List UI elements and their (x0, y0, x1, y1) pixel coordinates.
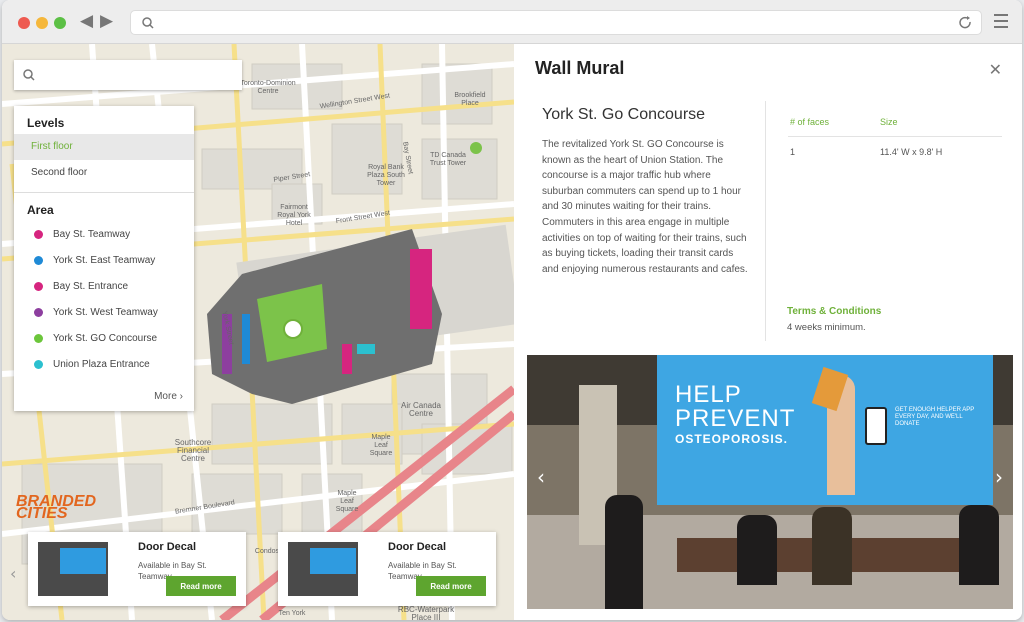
location-title: York St. Go Concourse (542, 106, 706, 123)
more-link[interactable]: More › (154, 391, 183, 402)
map-label-maple-leaf-2: Maple Leaf Square (335, 490, 359, 513)
union-plaza-dot-icon (34, 359, 43, 369)
maximize-window-button[interactable] (54, 17, 66, 29)
browser-window: ◀ ▶ Toronto-Dominion Centre Brookfield P… (2, 0, 1022, 620)
map-label-fairmont: Fairmont Royal York Hotel (277, 204, 311, 227)
area-item-york-east-teamway[interactable]: York St. East Teamway (14, 247, 194, 273)
map-label-toronto-dominion: Toronto-Dominion Centre (240, 80, 296, 95)
map-view[interactable]: Toronto-Dominion Centre Brookfield Place… (2, 44, 514, 620)
search-icon (142, 17, 154, 29)
area-label: York St. GO Concourse (53, 332, 158, 344)
url-bar[interactable] (130, 10, 982, 35)
branded-cities-logo: BRANDED CITIES (16, 493, 96, 522)
carousel-left-chevron-icon[interactable]: ‹ (10, 564, 16, 583)
area-item-union-plaza-entrance[interactable]: Union Plaza Entrance (14, 351, 194, 377)
billboard-line-3: OSTEOPOROSIS. (675, 432, 789, 446)
area-heading: Area (27, 203, 54, 217)
minimize-window-button[interactable] (36, 17, 48, 29)
reload-icon[interactable] (959, 16, 973, 30)
search-icon (23, 69, 35, 81)
area-item-york-go-concourse[interactable]: York St. GO Concourse (14, 325, 194, 351)
read-more-button[interactable]: Read more (166, 576, 236, 596)
divider (765, 101, 766, 341)
forward-arrow-icon[interactable]: ▶ (100, 11, 113, 31)
table-divider (788, 136, 1002, 137)
map-label-air-canada: Air Canada Centre (400, 401, 442, 418)
map-label-maple-leaf: Maple Leaf Square (369, 434, 393, 457)
go-concourse-dot-icon (34, 333, 43, 343)
phone-image (865, 407, 887, 445)
inventory-card[interactable]: Door Decal Available in Bay St. Teamway … (28, 532, 246, 606)
billboard-headline: HELP PREVENT (675, 383, 795, 431)
york-west-dot-icon (34, 307, 43, 317)
faces-value: 1 (790, 147, 796, 157)
map-label-td-canada: TD Canada Trust Tower (429, 152, 467, 167)
area-label: York St. East Teamway (53, 254, 156, 266)
location-description: The revitalized York St. GO Concourse is… (542, 139, 748, 275)
map-label-southcore: Southcore Financial Centre (174, 438, 212, 463)
level-second-floor[interactable]: Second floor (14, 160, 194, 186)
levels-heading: Levels (27, 116, 65, 130)
card-title: Door Decal (138, 541, 197, 553)
detail-panel: Wall Mural ✕ York St. Go Concourse The r… (514, 44, 1022, 620)
bay-teamway-dot-icon (34, 229, 43, 239)
map-label-rbc: RBC-Waterpark Place III (397, 605, 455, 621)
inventory-card[interactable]: Door Decal Available in Bay St. Teamway … (278, 532, 496, 606)
read-more-button[interactable]: Read more (416, 576, 486, 596)
map-label-brookfield: Brookfield Place (454, 92, 486, 107)
billboard-line-2: PREVENT (675, 405, 796, 432)
size-header: Size (880, 117, 898, 127)
area-label: Union Plaza Entrance (53, 358, 150, 370)
photo-person (812, 507, 852, 585)
bay-entrance-dot-icon (34, 281, 43, 291)
area-item-bay-st-entrance[interactable]: Bay St. Entrance (14, 273, 194, 299)
map-search-input[interactable] (14, 60, 242, 90)
close-window-button[interactable] (18, 17, 30, 29)
map-label-royal-bank: Royal Bank Plaza South Tower (367, 164, 405, 187)
billboard-line-1: HELP (675, 381, 742, 408)
photo-prev-arrow-icon[interactable]: ‹ (537, 465, 545, 489)
area-label: Bay St. Teamway (53, 228, 131, 240)
terms-heading: Terms & Conditions (787, 306, 882, 317)
card-thumbnail (38, 542, 108, 596)
photo-person (959, 505, 999, 585)
detail-title: Wall Mural (535, 58, 625, 78)
york-east-dot-icon (34, 255, 43, 265)
filter-panel: Levels First floor Second floor Area Bay… (14, 106, 194, 411)
billboard: HELP PREVENT OSTEOPOROSIS. GET ENOUGH HE… (657, 355, 993, 505)
photo-person (737, 515, 777, 585)
menu-icon[interactable] (994, 14, 1008, 32)
close-icon[interactable]: ✕ (989, 60, 1002, 79)
back-arrow-icon[interactable]: ◀ (80, 11, 93, 31)
photo-next-arrow-icon[interactable]: › (995, 465, 1003, 489)
area-label: York St. West Teamway (53, 306, 158, 318)
area-label: Bay St. Entrance (53, 280, 129, 292)
card-thumbnail (288, 542, 358, 596)
photo-person (605, 495, 643, 609)
area-item-bay-st-teamway[interactable]: Bay St. Teamway (14, 221, 194, 247)
mural-photo: HELP PREVENT OSTEOPOROSIS. GET ENOUGH HE… (527, 355, 1013, 609)
billboard-small-text: GET ENOUGH HELPER APP EVERY DAY, AND WE'… (895, 407, 975, 427)
map-label-ten-york: Ten York (278, 610, 306, 617)
size-value: 11.4' W x 9.8' H (880, 147, 943, 157)
card-title: Door Decal (388, 541, 447, 553)
terms-text: 4 weeks minimum. (787, 322, 866, 333)
level-first-floor[interactable]: First floor (14, 134, 194, 160)
area-item-york-west-teamway[interactable]: York St. West Teamway (14, 299, 194, 325)
faces-header: # of faces (790, 117, 830, 127)
browser-chrome: ◀ ▶ (2, 0, 1022, 44)
